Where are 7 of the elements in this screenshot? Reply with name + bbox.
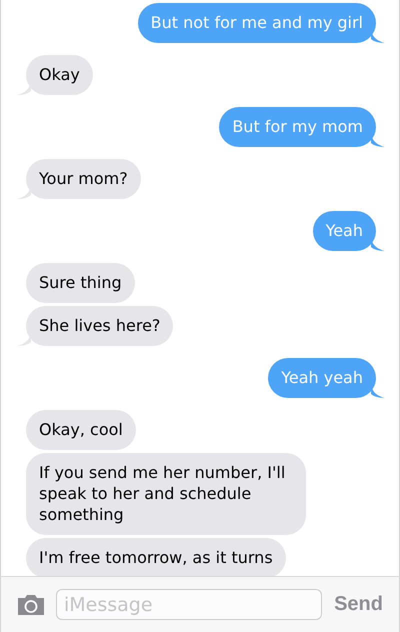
message-field[interactable]: iMessage	[56, 589, 322, 620]
camera-icon[interactable]	[16, 594, 46, 616]
message-bubble: Sure thing	[26, 263, 135, 303]
message-bubble: If you send me her number, I'll speak to her and schedule something	[26, 453, 306, 535]
message-bubble: I'm free tomorrow, as it turns	[26, 538, 286, 578]
send-button[interactable]: Send	[332, 593, 385, 616]
message-bubble: Okay, cool	[26, 410, 136, 450]
